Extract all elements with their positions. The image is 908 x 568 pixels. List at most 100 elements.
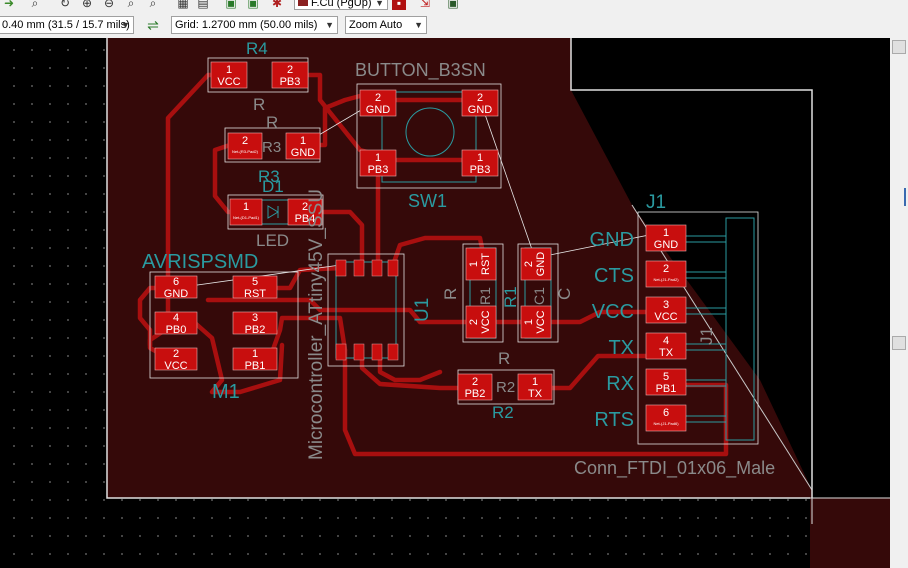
j1-pad-5-net: PB1 — [656, 383, 677, 395]
layer-pair-icon[interactable]: ▪ — [392, 0, 406, 10]
m1-pad-6[interactable]: 6GND — [154, 275, 198, 300]
sw1-pad-2b-number: 2 — [477, 92, 483, 104]
j1-label-2: CTS — [594, 265, 634, 287]
j1-label-3: VCC — [592, 301, 634, 323]
scroll-thumb[interactable] — [892, 336, 906, 350]
chevron-down-icon: ▼ — [325, 20, 334, 30]
j1-pad-6[interactable]: 6 Net-(J1-Pad6) — [645, 404, 687, 432]
d1-pad-1[interactable]: 1 Net-(D1-Pad1) — [229, 198, 263, 226]
r1-value: R — [441, 288, 460, 300]
options-toolbar: 0.40 mm (31.5 / 15.7 mils) * ▼ ⇌ Grid: 1… — [0, 14, 908, 39]
r1-pad-2[interactable]: 2 VCC — [465, 305, 497, 339]
j1-pad-1-net: GND — [654, 239, 679, 251]
right-scrollbar[interactable] — [890, 38, 908, 568]
3d-viewer-icon[interactable]: ▣ — [446, 0, 460, 10]
m1-ref: M1 — [212, 381, 240, 403]
drc-icon[interactable]: ✱ — [270, 0, 284, 10]
j1-pad-5-number: 5 — [663, 371, 669, 383]
j1-pad-1[interactable]: 1GND — [645, 224, 687, 252]
m1-pad-4-number: 4 — [173, 312, 179, 324]
j1-pad-4[interactable]: 4TX — [645, 332, 687, 360]
m1-pad-5[interactable]: 5RST — [232, 275, 278, 300]
m1-pad-3[interactable]: 3PB2 — [232, 311, 278, 336]
u1-value: Microcontroller_ATtiny45V_SSU — [306, 189, 327, 460]
netlist-icon[interactable]: ▣ — [224, 0, 238, 10]
r4-pad-1-net: VCC — [217, 76, 240, 88]
m1-pad-2-net: VCC — [164, 360, 187, 372]
r2-ref: R2 — [496, 379, 515, 396]
chevron-down-icon: ▼ — [121, 20, 130, 30]
r4-pad-1[interactable]: 1VCC — [210, 61, 248, 89]
d1-pad-1-net: Net-(D1-Pad1) — [233, 215, 260, 220]
zoom-out-icon[interactable]: ⊖ — [102, 0, 116, 10]
r1-pad-1-net: RST — [480, 253, 492, 275]
c1-pad-2[interactable]: 2 GND — [520, 247, 552, 281]
r3-pad-2[interactable]: 2 Net-(R3-Pad2) — [227, 132, 263, 160]
c1-value: C — [555, 288, 574, 300]
m1-pad-2[interactable]: 2VCC — [154, 347, 198, 372]
sw1-pad-1a[interactable]: 1PB3 — [359, 149, 397, 177]
scripting-icon[interactable]: ⇲ — [418, 0, 432, 10]
zoom-in-icon[interactable]: ⊕ — [80, 0, 94, 10]
sw1-pad-1a-number: 1 — [375, 152, 381, 164]
scroll-up-button[interactable] — [892, 40, 906, 54]
sw1-pad-1b-number: 1 — [477, 152, 483, 164]
m1-pad-1[interactable]: 1PB1 — [232, 347, 278, 372]
zoom-redraw-icon[interactable]: ↻ — [58, 0, 72, 10]
track-width-select[interactable]: 0.40 mm (31.5 / 15.7 mils) * ▼ — [0, 16, 134, 34]
net-inspector-icon[interactable]: ▦ — [176, 0, 190, 10]
footprint-editor-icon[interactable]: ▤ — [196, 0, 210, 10]
r1-pad-1-number: 1 — [468, 261, 480, 267]
j1-pad-3[interactable]: 3VCC — [645, 296, 687, 324]
c1-pad-2-number: 2 — [523, 261, 535, 267]
j1-label-6: RTS — [594, 409, 634, 431]
update-pcb-icon[interactable]: ▣ — [246, 0, 260, 10]
j1-ref-rotated: J1 — [697, 327, 716, 345]
grid-select[interactable]: Grid: 1.2700 mm (50.00 mils) ▼ — [171, 16, 338, 34]
u1-ref: U1 — [412, 298, 433, 322]
r2-pad-1-net: TX — [528, 388, 543, 400]
j1-pad-4-number: 4 — [663, 335, 669, 347]
r2-pad-1[interactable]: 1TX — [517, 373, 553, 401]
zoom-fit-icon[interactable]: ⌕ — [124, 0, 138, 10]
chevron-down-icon: ▼ — [375, 0, 384, 8]
m1-pad-5-number: 5 — [252, 276, 258, 288]
r1-ref: R1 — [477, 287, 493, 305]
j1-pad-6-net: Net-(J1-Pad6) — [653, 421, 679, 426]
panel-edge — [904, 188, 906, 206]
pcb-canvas[interactable]: 1 VCC 2 PB3 2 Net-(R3-Pad2) 1 GND 1 Net-(D1-Pad1)… — [0, 38, 890, 568]
r4-pad-2-net: PB3 — [280, 76, 301, 88]
r3-pad-1[interactable]: 1GND — [285, 132, 321, 160]
r1-pad-1[interactable]: 1 RST — [465, 247, 497, 281]
zoom-selection-icon[interactable]: ⌕ — [146, 0, 160, 10]
pcb-layout: 1VCC2PB32Net-(R3-Pad2)1GND1Net-(D1-Pad1)… — [106, 38, 890, 568]
j1-value: Conn_FTDI_01x06_Male — [574, 458, 775, 479]
sw1-pad-2a[interactable]: 2GND — [359, 89, 397, 117]
sw1-pad-1a-net: PB3 — [368, 164, 389, 176]
d1-ref: D1 — [262, 177, 284, 196]
r2-ref-silk: R2 — [492, 403, 514, 422]
sw1-pad-1b[interactable]: 1PB3 — [461, 149, 499, 177]
d1-pad-1-number: 1 — [243, 201, 249, 213]
j1-ref: J1 — [646, 192, 666, 213]
r1-pad-2-number: 2 — [468, 319, 480, 325]
r4-pad-2[interactable]: 2PB3 — [271, 61, 309, 89]
zoom-value: Zoom Auto — [349, 19, 403, 31]
j1-pad-4-net: TX — [659, 347, 674, 359]
c1-pad-1-number: 1 — [523, 319, 535, 325]
r4-value: R — [253, 95, 265, 114]
redo-icon[interactable]: ➜ — [2, 0, 16, 10]
zoom-page-icon[interactable]: ⌕ — [28, 0, 42, 10]
c1-pad-1[interactable]: 1 VCC — [520, 305, 552, 339]
r4-pad-1-number: 1 — [226, 64, 232, 76]
sw1-pad-2b[interactable]: 2GND — [461, 89, 499, 117]
layer-select[interactable]: F.Cu (PgUp) ▼ — [294, 0, 388, 10]
r2-pad-2[interactable]: 2PB2 — [457, 373, 493, 401]
j1-pad-5[interactable]: 5PB1 — [645, 368, 687, 396]
zoom-select[interactable]: Zoom Auto ▼ — [345, 16, 427, 34]
via-size-icon[interactable]: ⇌ — [146, 18, 160, 32]
j1-pad-2[interactable]: 2 Net-(J1-Pad2) — [645, 260, 687, 288]
m1-pad-4[interactable]: 4PB0 — [154, 311, 198, 336]
j1-pad-6-number: 6 — [663, 407, 669, 419]
r3-pad-1-net: GND — [291, 147, 316, 159]
